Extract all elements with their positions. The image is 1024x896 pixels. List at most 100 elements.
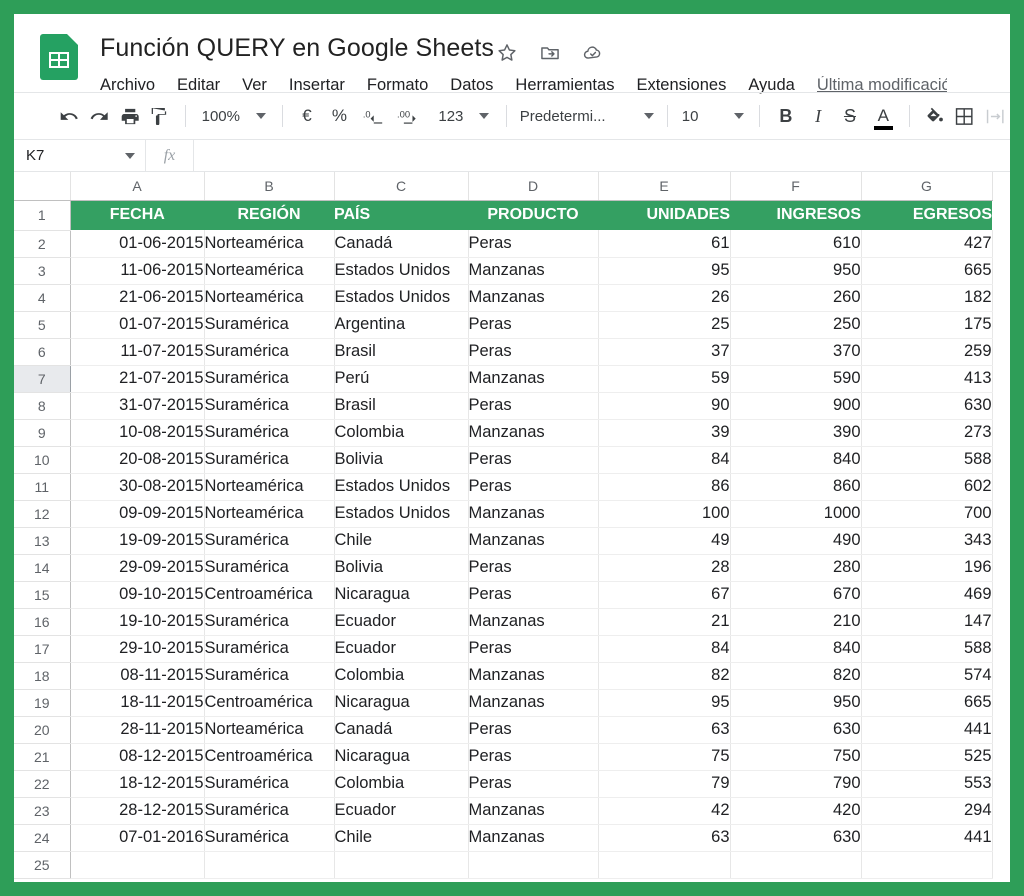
cell-G20[interactable]: 441	[861, 716, 993, 744]
cell-F5[interactable]: 250	[730, 311, 862, 339]
print-button[interactable]	[115, 101, 145, 131]
cell-E16[interactable]: 21	[598, 608, 731, 636]
cell-E6[interactable]: 37	[598, 338, 731, 366]
cell-G24[interactable]: 441	[861, 824, 993, 852]
cell-E7[interactable]: 59	[598, 365, 731, 393]
cell-B21[interactable]: Centroamérica	[204, 743, 335, 771]
cell-C2[interactable]: Canadá	[334, 230, 469, 258]
cell-F8[interactable]: 900	[730, 392, 862, 420]
cell-B18[interactable]: Suramérica	[204, 662, 335, 690]
cell-F7[interactable]: 590	[730, 365, 862, 393]
cell-A6[interactable]: 11-07-2015	[70, 338, 205, 366]
column-header-a[interactable]: A	[70, 172, 205, 201]
row-header-2[interactable]: 2	[14, 230, 71, 258]
cell-A19[interactable]: 18-11-2015	[70, 689, 205, 717]
row-header-25[interactable]: 25	[14, 851, 71, 879]
cell-G23[interactable]: 294	[861, 797, 993, 825]
cell-C13[interactable]: Chile	[334, 527, 469, 555]
cell-D14[interactable]: Peras	[468, 554, 599, 582]
cell-A23[interactable]: 28-12-2015	[70, 797, 205, 825]
cell-C22[interactable]: Colombia	[334, 770, 469, 798]
cell-C14[interactable]: Bolivia	[334, 554, 469, 582]
cell-F19[interactable]: 950	[730, 689, 862, 717]
row-header-16[interactable]: 16	[14, 608, 71, 636]
increase-decimal-button[interactable]: .00	[392, 101, 431, 131]
cell-C11[interactable]: Estados Unidos	[334, 473, 469, 501]
cell-A22[interactable]: 18-12-2015	[70, 770, 205, 798]
cell-D8[interactable]: Peras	[468, 392, 599, 420]
row-header-13[interactable]: 13	[14, 527, 71, 555]
cell-D23[interactable]: Manzanas	[468, 797, 599, 825]
cell-C24[interactable]: Chile	[334, 824, 469, 852]
cell-D20[interactable]: Peras	[468, 716, 599, 744]
column-header-g[interactable]: G	[861, 172, 993, 201]
text-color-button[interactable]: A	[867, 101, 900, 131]
cell-C10[interactable]: Bolivia	[334, 446, 469, 474]
cell-E21[interactable]: 75	[598, 743, 731, 771]
column-header-b[interactable]: B	[204, 172, 335, 201]
row-header-5[interactable]: 5	[14, 311, 71, 339]
undo-button[interactable]	[54, 101, 84, 131]
row-header-14[interactable]: 14	[14, 554, 71, 582]
row-header-11[interactable]: 11	[14, 473, 71, 501]
move-to-folder-icon[interactable]	[539, 42, 561, 64]
cell-C12[interactable]: Estados Unidos	[334, 500, 469, 528]
cell-B25[interactable]	[204, 851, 335, 879]
cell-D13[interactable]: Manzanas	[468, 527, 599, 555]
row-header-18[interactable]: 18	[14, 662, 71, 690]
cell-C19[interactable]: Nicaragua	[334, 689, 469, 717]
column-header-e[interactable]: E	[598, 172, 731, 201]
cell-C23[interactable]: Ecuador	[334, 797, 469, 825]
cell-B17[interactable]: Suramérica	[204, 635, 335, 663]
cell-F4[interactable]: 260	[730, 284, 862, 312]
star-icon[interactable]	[496, 42, 518, 64]
font-family-select[interactable]: Predetermi...	[516, 101, 658, 131]
font-size-select[interactable]: 10	[677, 101, 750, 131]
column-title-ingresos[interactable]: INGRESOS	[730, 200, 861, 230]
cell-G25[interactable]	[861, 851, 993, 879]
cell-G6[interactable]: 259	[861, 338, 993, 366]
cell-A12[interactable]: 09-09-2015	[70, 500, 205, 528]
cell-E4[interactable]: 26	[598, 284, 731, 312]
cell-B11[interactable]: Norteamérica	[204, 473, 335, 501]
column-header-f[interactable]: F	[730, 172, 862, 201]
cell-A16[interactable]: 19-10-2015	[70, 608, 205, 636]
cell-C17[interactable]: Ecuador	[334, 635, 469, 663]
cell-E25[interactable]	[598, 851, 731, 879]
cell-B4[interactable]: Norteamérica	[204, 284, 335, 312]
cell-F16[interactable]: 210	[730, 608, 862, 636]
cell-C21[interactable]: Nicaragua	[334, 743, 469, 771]
row-header-3[interactable]: 3	[14, 257, 71, 285]
cell-G13[interactable]: 343	[861, 527, 993, 555]
fill-color-button[interactable]	[919, 101, 949, 131]
cell-A21[interactable]: 08-12-2015	[70, 743, 205, 771]
cell-G9[interactable]: 273	[861, 419, 993, 447]
cell-G21[interactable]: 525	[861, 743, 993, 771]
row-header-24[interactable]: 24	[14, 824, 71, 852]
cell-B3[interactable]: Norteamérica	[204, 257, 335, 285]
select-all-corner[interactable]	[14, 172, 71, 201]
row-header-12[interactable]: 12	[14, 500, 71, 528]
cell-F9[interactable]: 390	[730, 419, 862, 447]
row-header-6[interactable]: 6	[14, 338, 71, 366]
currency-format-button[interactable]: €	[292, 101, 322, 131]
cell-C4[interactable]: Estados Unidos	[334, 284, 469, 312]
cell-F25[interactable]	[730, 851, 862, 879]
cell-D12[interactable]: Manzanas	[468, 500, 599, 528]
cell-D18[interactable]: Manzanas	[468, 662, 599, 690]
cell-C3[interactable]: Estados Unidos	[334, 257, 469, 285]
cell-E19[interactable]: 95	[598, 689, 731, 717]
cell-A15[interactable]: 09-10-2015	[70, 581, 205, 609]
cell-A11[interactable]: 30-08-2015	[70, 473, 205, 501]
redo-button[interactable]	[84, 101, 114, 131]
cell-D24[interactable]: Manzanas	[468, 824, 599, 852]
cell-C8[interactable]: Brasil	[334, 392, 469, 420]
strikethrough-button[interactable]: S	[833, 101, 867, 131]
cell-B19[interactable]: Centroamérica	[204, 689, 335, 717]
row-header-19[interactable]: 19	[14, 689, 71, 717]
cell-A13[interactable]: 19-09-2015	[70, 527, 205, 555]
cell-F18[interactable]: 820	[730, 662, 862, 690]
cell-A25[interactable]	[70, 851, 205, 879]
cell-B12[interactable]: Norteamérica	[204, 500, 335, 528]
column-title-pas[interactable]: PAÍS	[334, 200, 468, 230]
